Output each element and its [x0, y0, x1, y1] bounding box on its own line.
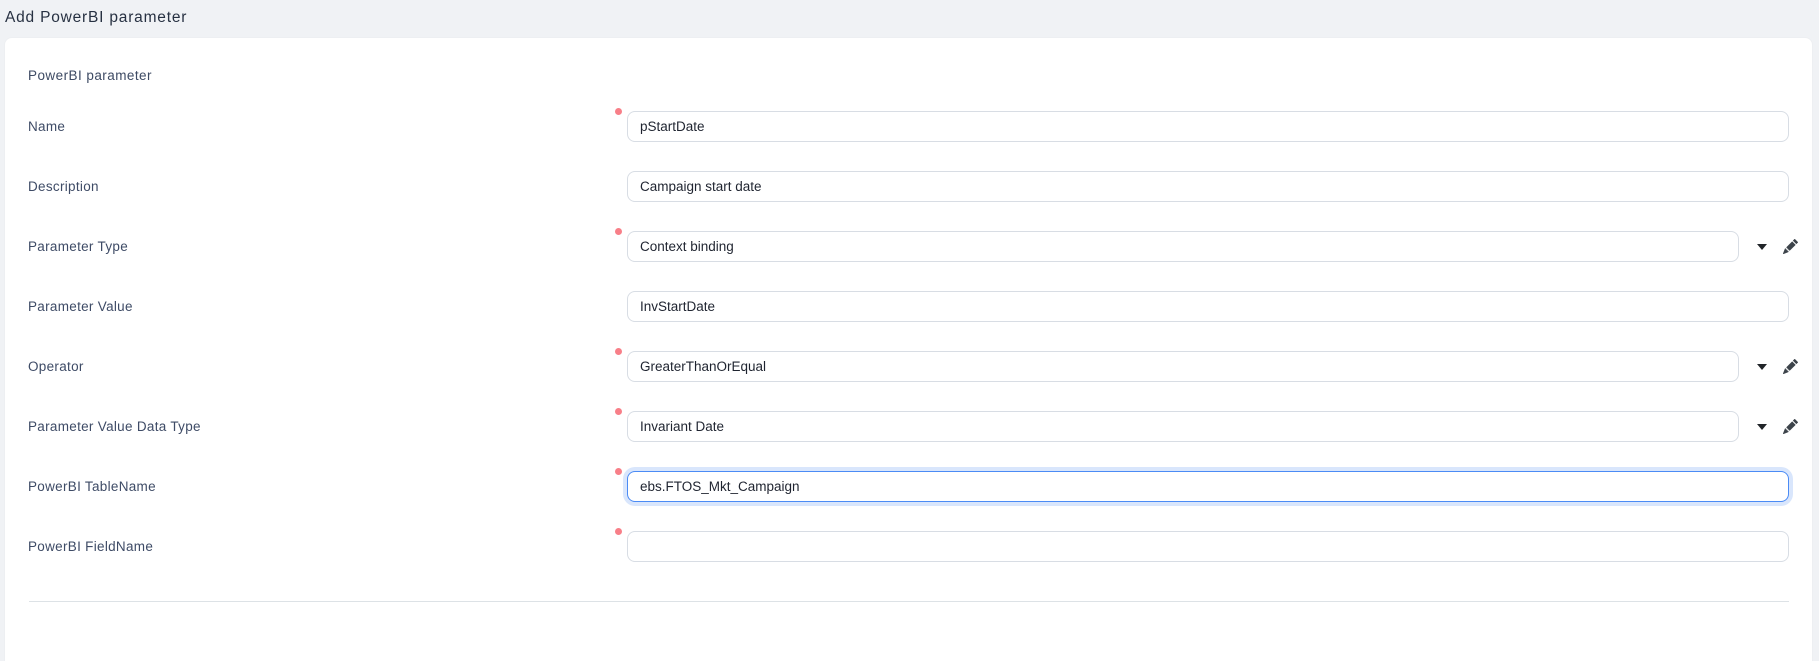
required-indicator: [615, 408, 622, 415]
field-control: [627, 171, 1789, 202]
required-indicator: [615, 528, 622, 535]
field-control: [627, 111, 1789, 142]
required-indicator: [615, 228, 622, 235]
field-control: [627, 231, 1799, 262]
field-input[interactable]: [627, 351, 1739, 382]
caret-down-icon[interactable]: [1755, 357, 1769, 377]
form-row: Parameter Value Data Type: [28, 411, 1790, 442]
field-label: Description: [28, 179, 627, 194]
form-row: Parameter Type: [28, 231, 1790, 262]
field-input[interactable]: [627, 531, 1789, 562]
field-control: [627, 291, 1789, 322]
form-row: Parameter Value: [28, 291, 1790, 322]
section-divider: [29, 601, 1789, 602]
pencil-icon[interactable]: [1781, 237, 1799, 257]
pencil-icon[interactable]: [1781, 417, 1799, 437]
field-label: Operator: [28, 359, 627, 374]
form-row: Operator: [28, 351, 1790, 382]
field-label: PowerBI TableName: [28, 479, 627, 494]
form-row: PowerBI TableName: [28, 471, 1790, 502]
required-indicator: [615, 348, 622, 355]
field-input[interactable]: [627, 411, 1739, 442]
field-control: [627, 471, 1789, 502]
field-label: PowerBI FieldName: [28, 539, 627, 554]
caret-down-icon[interactable]: [1755, 417, 1769, 437]
caret-down-icon[interactable]: [1755, 237, 1769, 257]
field-label: Parameter Value Data Type: [28, 419, 627, 434]
field-input[interactable]: [627, 171, 1789, 202]
form-card: PowerBI parameter Name Description Param…: [4, 37, 1813, 661]
pencil-icon[interactable]: [1781, 357, 1799, 377]
form-rows: Name Description Parameter Type P: [28, 111, 1790, 562]
field-input[interactable]: [627, 291, 1789, 322]
required-indicator: [615, 108, 622, 115]
field-control: [627, 531, 1789, 562]
form-row: Name: [28, 111, 1790, 142]
field-label: Name: [28, 119, 627, 134]
page-header: Add PowerBI parameter: [0, 0, 1819, 37]
field-input[interactable]: [627, 231, 1739, 262]
field-label: Parameter Type: [28, 239, 627, 254]
page-title: Add PowerBI parameter: [5, 9, 1819, 27]
field-control: [627, 411, 1799, 442]
form-row: Description: [28, 171, 1790, 202]
form-row: PowerBI FieldName: [28, 531, 1790, 562]
section-title: PowerBI parameter: [28, 68, 1790, 83]
field-control: [627, 351, 1799, 382]
field-label: Parameter Value: [28, 299, 627, 314]
required-indicator: [615, 468, 622, 475]
field-input[interactable]: [627, 471, 1789, 502]
field-input[interactable]: [627, 111, 1789, 142]
